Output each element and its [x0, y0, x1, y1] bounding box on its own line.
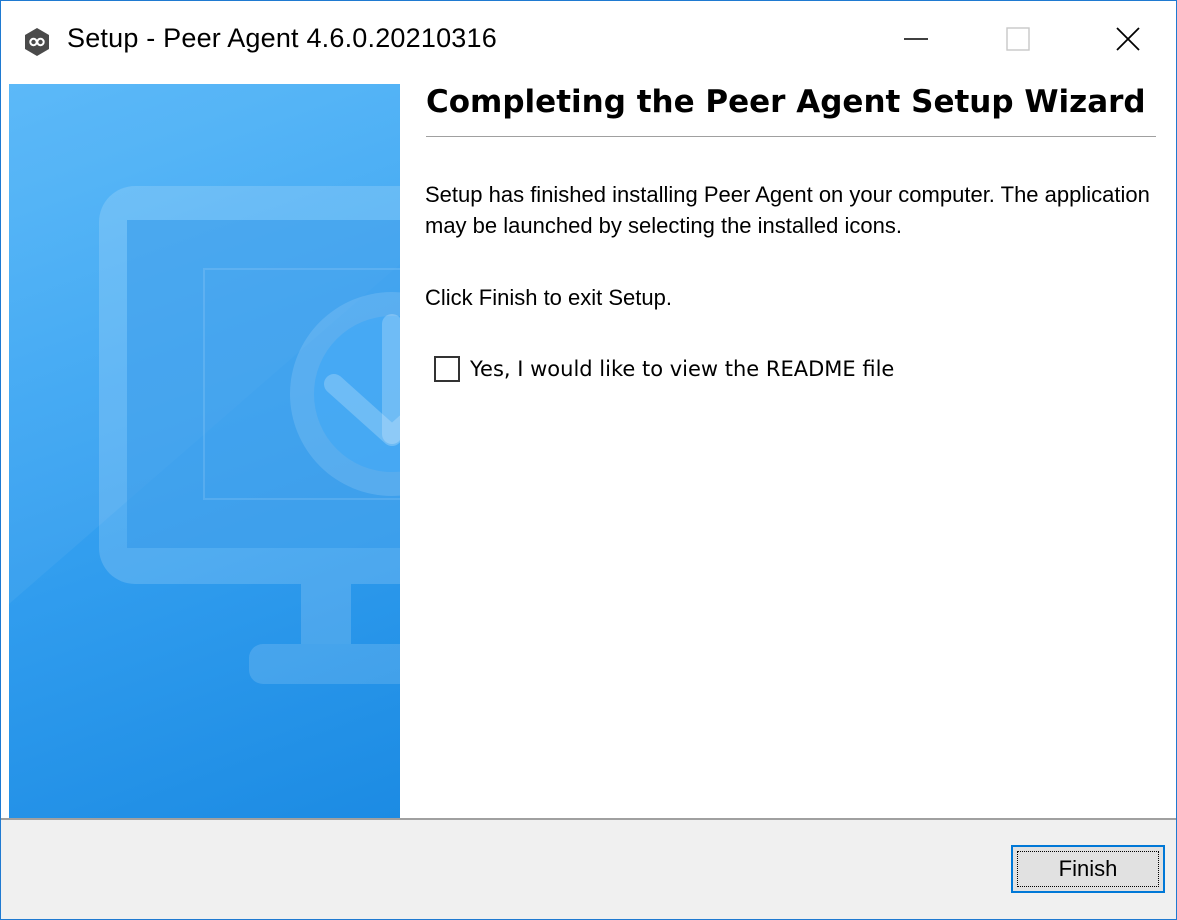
setup-window: Setup - Peer Agent 4.6.0.20210316 Comple… — [0, 0, 1177, 920]
close-button[interactable] — [1083, 1, 1173, 81]
button-bar: Finish — [1, 820, 1176, 919]
title-bar[interactable]: Setup - Peer Agent 4.6.0.20210316 — [1, 1, 1176, 81]
page-title: Completing the Peer Agent Setup Wizard — [426, 84, 1146, 120]
monitor-download-icon — [9, 84, 400, 684]
exit-instruction: Click Finish to exit Setup. — [425, 285, 672, 310]
peer-agent-logo-icon — [22, 27, 52, 57]
finish-button[interactable]: Finish — [1011, 845, 1165, 893]
maximize-button[interactable] — [973, 1, 1063, 81]
completion-message: Setup has finished installing Peer Agent… — [425, 182, 1150, 238]
minimize-icon — [902, 25, 930, 58]
readme-checkbox[interactable]: Yes, I would like to view the README fil… — [434, 354, 894, 384]
finish-button-label: Finish — [1058, 856, 1118, 881]
readme-checkbox-box[interactable] — [434, 356, 460, 382]
readme-checkbox-label[interactable]: Yes, I would like to view the README fil… — [470, 357, 894, 381]
window-title: Setup - Peer Agent 4.6.0.20210316 — [67, 23, 497, 53]
maximize-icon — [1004, 25, 1032, 58]
wizard-banner — [9, 84, 400, 818]
wizard-content: Completing the Peer Agent Setup Wizard S… — [400, 84, 1176, 818]
minimize-button[interactable] — [871, 1, 961, 81]
close-icon — [1114, 25, 1142, 58]
heading-divider — [426, 136, 1156, 137]
